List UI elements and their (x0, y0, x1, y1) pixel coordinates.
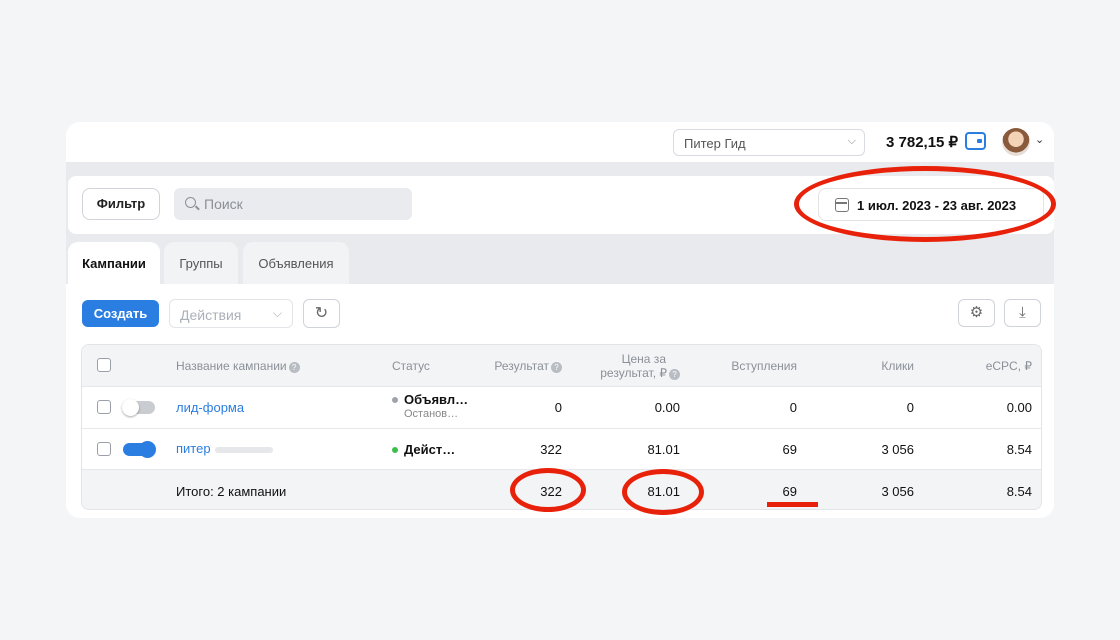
column-joins[interactable]: Вступления (697, 359, 797, 373)
campaign-status: Объявл… Останов… (392, 393, 468, 421)
top-bar: Питер Гид ⌵ 3 782,15 ₽ ⌄ (66, 122, 1054, 162)
redacted-text (214, 446, 273, 453)
column-price-line2: результат, ₽ (600, 366, 667, 380)
annotation-underline-joins (767, 502, 818, 507)
column-name[interactable]: Название кампании? (176, 359, 300, 373)
column-result-label: Результат (494, 359, 549, 373)
account-select[interactable]: Питер Гид ⌵ (673, 129, 865, 156)
tab-ads[interactable]: Объявления (243, 242, 349, 284)
cell-result: 0 (554, 400, 562, 415)
download-icon: ⤓ (1019, 304, 1026, 321)
chevron-down-icon: ⌵ (272, 306, 282, 320)
tab-groups[interactable]: Группы (164, 242, 238, 284)
refresh-icon: ↻ (314, 305, 329, 322)
help-icon[interactable]: ? (669, 369, 680, 380)
filter-button[interactable]: Фильтр (82, 188, 160, 220)
account-balance: 3 782,15 ₽ (886, 134, 959, 151)
wallet-icon[interactable] (965, 132, 986, 150)
help-icon[interactable]: ? (288, 362, 300, 373)
column-status[interactable]: Статус (392, 359, 430, 373)
actions-select[interactable]: Действия ⌵ (169, 299, 293, 328)
cell-ecpc: 8.54 (1006, 442, 1032, 457)
totals-label: Итого: 2 кампании (176, 484, 287, 499)
column-price-line1: Цена за (621, 352, 666, 366)
status-dot (392, 397, 398, 403)
table-row[interactable]: питер Дейст… 322 81.01 69 3 056 8.54 (82, 428, 1041, 469)
campaign-toggle[interactable] (123, 441, 156, 458)
toggle-knob (122, 399, 139, 416)
download-button[interactable]: ⤓ (1004, 299, 1041, 327)
column-clicks[interactable]: Клики (842, 359, 914, 373)
column-result[interactable]: Результат? (472, 359, 562, 373)
refresh-button[interactable]: ↻ (303, 299, 340, 328)
toggle-knob (139, 441, 156, 458)
campaign-status: Дейст… (392, 442, 455, 457)
annotation-circle-date (794, 166, 1056, 242)
cell-ecpc: 0.00 (1006, 400, 1032, 415)
row-checkbox[interactable] (97, 400, 111, 414)
table-header: Название кампании? Статус Результат? Цен… (82, 345, 1041, 386)
search-placeholder: Поиск (204, 196, 243, 212)
account-name: Питер Гид (684, 136, 746, 151)
total-clicks: 3 056 (881, 484, 914, 499)
campaign-name-link[interactable]: питер (176, 441, 211, 456)
status-text: Дейст… (404, 442, 456, 457)
cell-joins: 0 (789, 400, 797, 415)
total-ecpc: 8.54 (1006, 484, 1032, 499)
actions-placeholder: Действия (180, 307, 242, 323)
total-joins: 69 (782, 484, 797, 499)
avatar[interactable] (1002, 128, 1030, 156)
help-icon[interactable]: ? (551, 362, 562, 373)
select-all-checkbox[interactable] (97, 358, 111, 372)
campaign-name-link[interactable]: лид-форма (176, 400, 244, 415)
search-icon (185, 197, 196, 208)
cell-clicks: 0 (906, 400, 914, 415)
annotation-circle-result (510, 468, 586, 512)
status-text: Объявл… (404, 392, 469, 407)
cell-result: 322 (540, 442, 562, 457)
cell-clicks: 3 056 (881, 442, 914, 457)
column-price[interactable]: Цена за результат, ₽? (582, 352, 680, 380)
campaign-toggle[interactable] (122, 399, 155, 416)
search-input[interactable]: Поиск (174, 188, 412, 220)
tab-campaigns[interactable]: Кампании (68, 242, 160, 284)
cell-joins: 69 (782, 442, 797, 457)
status-dot (392, 447, 398, 453)
column-name-label: Название кампании (176, 359, 287, 373)
cell-price: 0.00 (654, 400, 680, 415)
create-button[interactable]: Создать (82, 300, 159, 327)
annotation-circle-price (622, 469, 704, 515)
gear-icon: ⚙ (969, 304, 984, 321)
column-ecpc[interactable]: eCPC, ₽ (942, 359, 1032, 373)
campaign-name-cell: питер (176, 441, 273, 456)
chevron-down-icon: ⌵ (847, 135, 856, 147)
row-checkbox[interactable] (97, 442, 111, 456)
status-subtext: Останов… (404, 408, 459, 420)
cell-price: 81.01 (647, 442, 680, 457)
settings-button[interactable]: ⚙ (958, 299, 995, 327)
table-row[interactable]: лид-форма Объявл… Останов… 0 0.00 0 0 0.… (82, 386, 1041, 427)
chevron-down-icon[interactable]: ⌄ (1035, 133, 1044, 146)
